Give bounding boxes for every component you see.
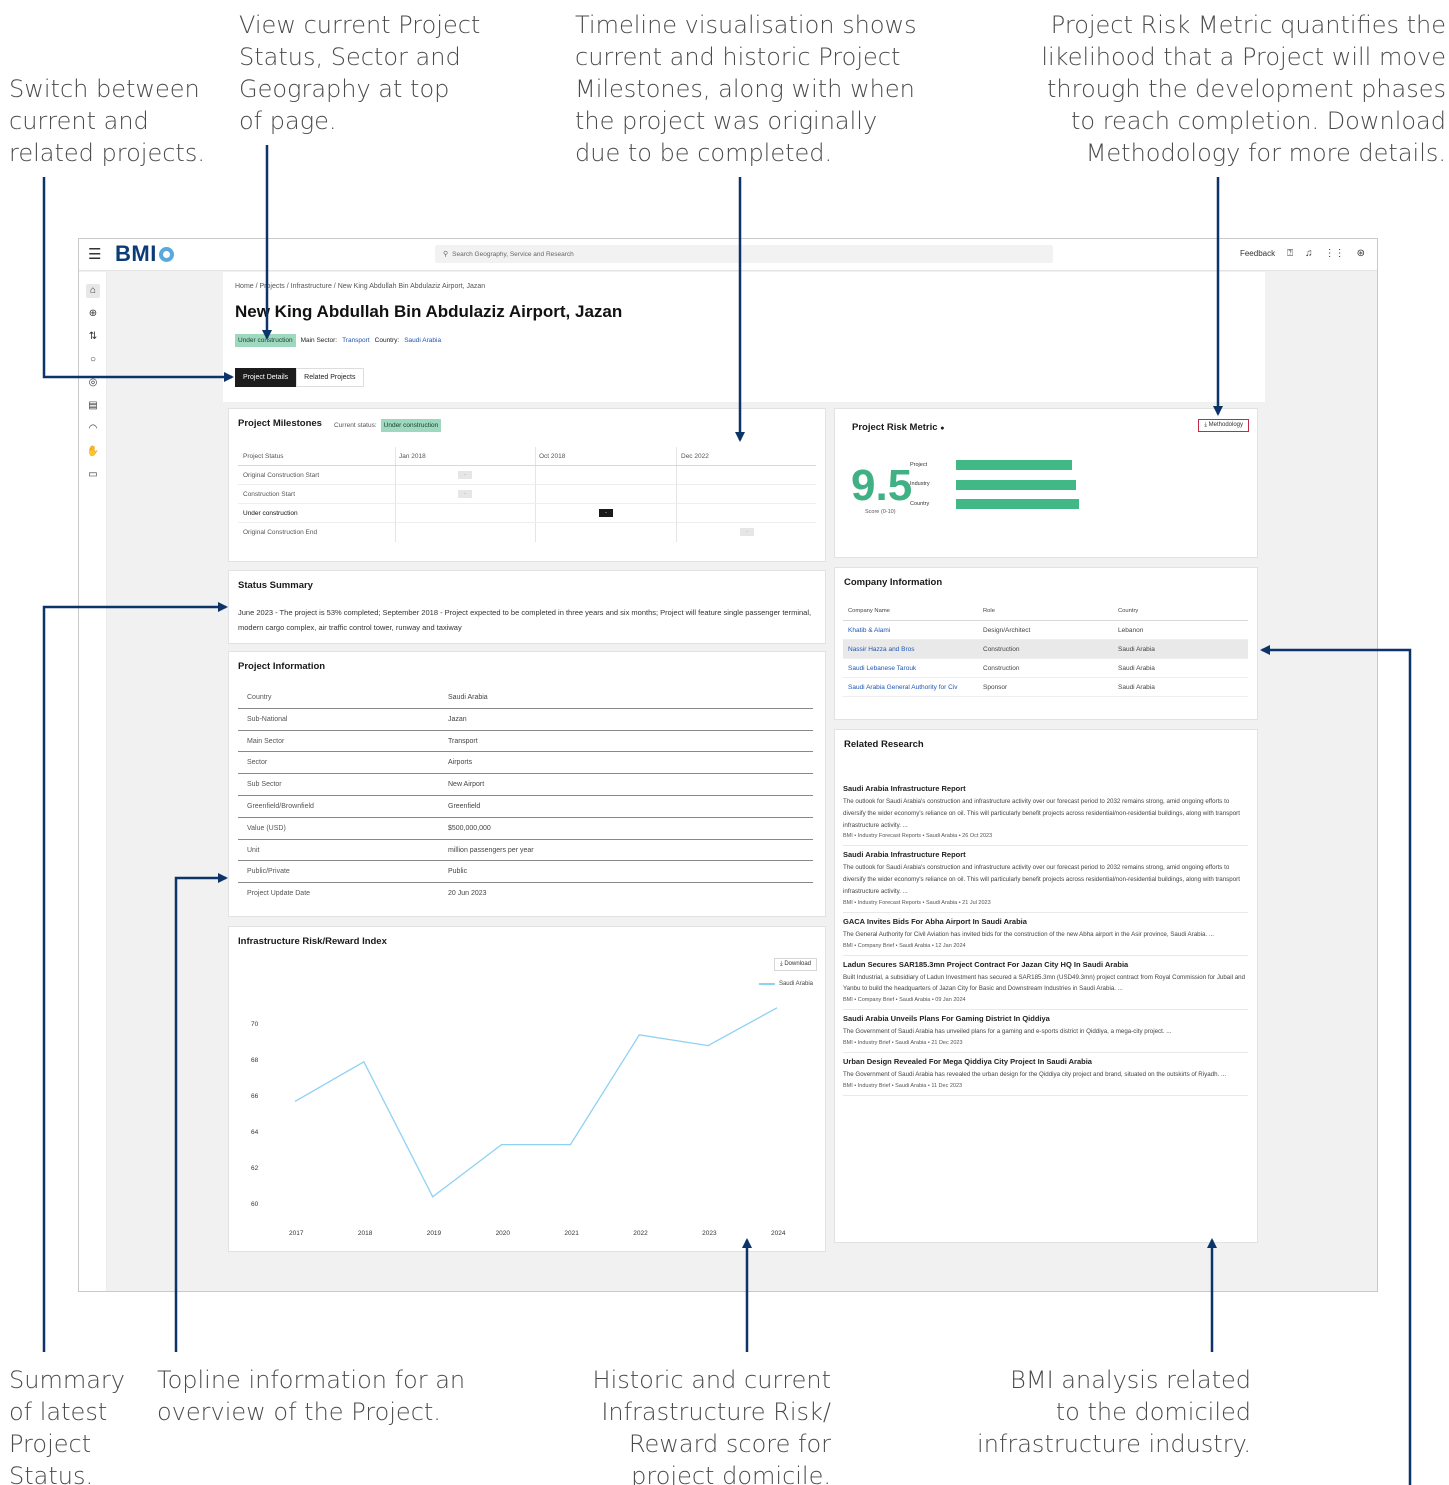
arrow-topline	[174, 873, 228, 1352]
arrow-summary	[42, 602, 228, 1352]
annotation-arrows	[42, 145, 1412, 1485]
arrow-company	[1260, 645, 1412, 1485]
arrow-switch	[42, 177, 234, 382]
